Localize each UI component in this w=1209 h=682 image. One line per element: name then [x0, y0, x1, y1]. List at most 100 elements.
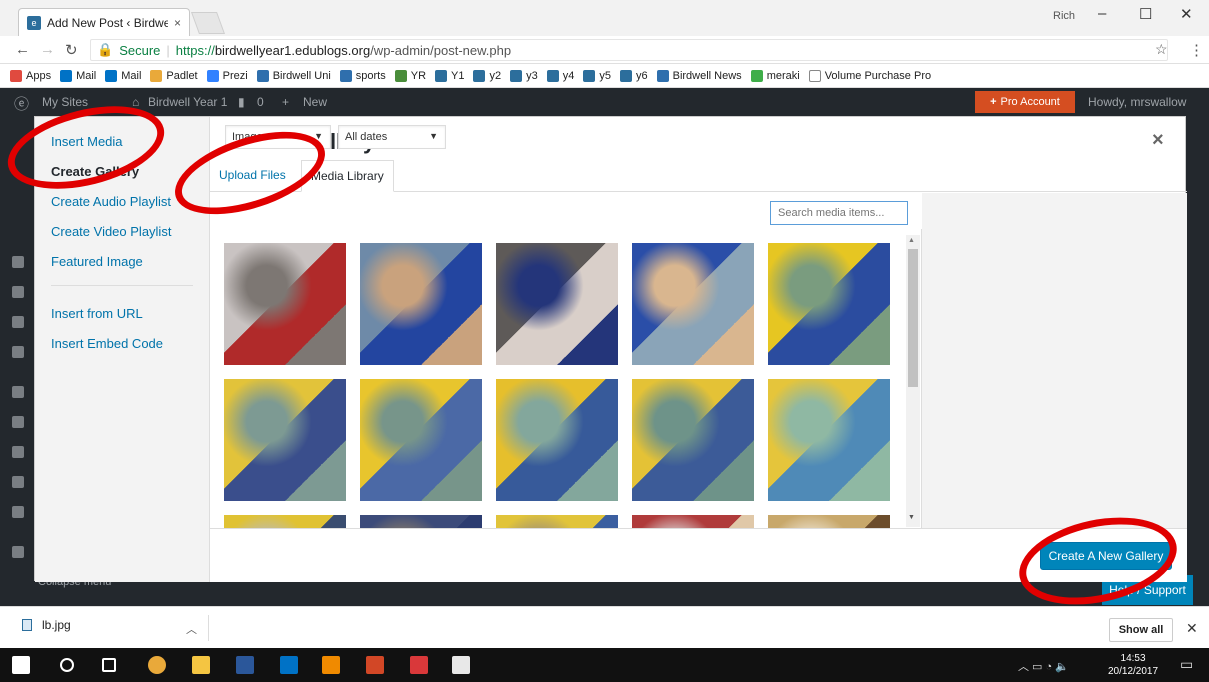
- notification-icon[interactable]: ▭: [1180, 656, 1193, 673]
- bookmark-item[interactable]: Padlet: [150, 69, 198, 82]
- attachment-thumbnail[interactable]: [496, 515, 618, 529]
- bookmark-item[interactable]: y4: [546, 69, 574, 82]
- attachment-thumbnail[interactable]: [496, 243, 618, 365]
- menu-icon[interactable]: [12, 416, 24, 428]
- menu-icon[interactable]: [12, 256, 24, 268]
- bookmark-item[interactable]: Apps: [10, 69, 51, 82]
- howdy-link[interactable]: Howdy, mrswallow: [1088, 95, 1186, 109]
- forward-arrow-icon[interactable]: →: [40, 41, 55, 58]
- bookmark-item[interactable]: Volume Purchase Pro: [808, 69, 931, 82]
- attachment-thumbnail[interactable]: [632, 243, 754, 365]
- downloads-close-icon[interactable]: ✕: [1186, 620, 1198, 637]
- scroll-up-icon[interactable]: ▲: [908, 237, 915, 244]
- menu-insert-embed-code[interactable]: Insert Embed Code: [51, 336, 163, 351]
- site-link[interactable]: Birdwell Year 1: [148, 95, 227, 109]
- photos-icon[interactable]: [452, 656, 470, 674]
- scrollbar-thumb[interactable]: [908, 249, 918, 387]
- create-gallery-button[interactable]: Create A New Gallery: [1040, 542, 1172, 570]
- tab-close-icon[interactable]: ×: [174, 16, 181, 30]
- bookmark-item[interactable]: y2: [473, 69, 501, 82]
- modal-close-icon[interactable]: ×: [1152, 129, 1164, 152]
- menu-icon[interactable]: [12, 546, 24, 558]
- search-media-input[interactable]: [770, 201, 908, 225]
- profile-name[interactable]: Rich: [1053, 10, 1075, 22]
- show-all-button[interactable]: Show all: [1109, 618, 1173, 642]
- menu-insert-media[interactable]: Insert Media: [51, 134, 123, 149]
- home-icon[interactable]: ⌂: [132, 95, 139, 109]
- menu-icon[interactable]: [12, 446, 24, 458]
- powerpoint-icon[interactable]: [366, 656, 384, 674]
- file-explorer-icon[interactable]: [192, 656, 210, 674]
- menu-insert-from-url[interactable]: Insert from URL: [51, 306, 143, 321]
- my-sites-link[interactable]: My Sites: [42, 95, 88, 109]
- menu-icon[interactable]: [12, 316, 24, 328]
- edublogs-icon[interactable]: [410, 656, 428, 674]
- browser-tab[interactable]: e Add New Post ‹ Birdwell ×: [18, 8, 190, 36]
- menu-create-gallery[interactable]: Create Gallery: [51, 164, 139, 179]
- bookmark-item[interactable]: Birdwell Uni: [256, 69, 331, 82]
- reload-icon[interactable]: ↻: [65, 41, 78, 59]
- task-view-icon[interactable]: [102, 658, 116, 672]
- bookmark-item[interactable]: Y1: [435, 69, 464, 82]
- word-icon[interactable]: [236, 656, 254, 674]
- chevron-up-icon[interactable]: ︿: [186, 621, 197, 637]
- restore-button[interactable]: ☐: [1139, 5, 1152, 23]
- pro-account-button[interactable]: + Pro Account: [975, 91, 1075, 113]
- bookmark-item[interactable]: Prezi: [206, 69, 248, 82]
- attachment-thumbnail[interactable]: [632, 515, 754, 529]
- menu-create-audio-playlist[interactable]: Create Audio Playlist: [51, 194, 171, 209]
- outlook-icon[interactable]: [280, 656, 298, 674]
- comments-icon[interactable]: ▮: [238, 95, 245, 109]
- new-link[interactable]: New: [303, 95, 327, 109]
- attachment-thumbnail[interactable]: [768, 515, 890, 529]
- attachment-thumbnail[interactable]: [632, 379, 754, 501]
- bookmark-item[interactable]: Birdwell News: [656, 69, 742, 82]
- tab-media-library[interactable]: Media Library: [301, 160, 394, 192]
- menu-icon[interactable]: [12, 346, 24, 358]
- menu-featured-image[interactable]: Featured Image: [51, 254, 143, 269]
- bookmark-item[interactable]: YR: [394, 69, 426, 82]
- attachment-thumbnail[interactable]: [768, 243, 890, 365]
- attachment-thumbnail[interactable]: [496, 379, 618, 501]
- search-icon[interactable]: [60, 658, 74, 672]
- menu-icon[interactable]: [12, 286, 24, 298]
- download-item[interactable]: lb.jpg: [22, 618, 71, 632]
- attachment-thumbnail[interactable]: [360, 243, 482, 365]
- vlc-icon[interactable]: [322, 656, 340, 674]
- date-filter[interactable]: All dates ▼: [338, 125, 446, 149]
- bookmark-item[interactable]: y5: [583, 69, 611, 82]
- system-tray-icons[interactable]: ︿ ▭ ◔ 🔈: [1018, 658, 1069, 674]
- window-close-button[interactable]: ✕: [1180, 5, 1193, 23]
- media-type-filter[interactable]: Images ▼: [225, 125, 331, 149]
- bookmark-item[interactable]: meraki: [750, 69, 800, 82]
- windows-icon[interactable]: [12, 656, 30, 674]
- back-arrow-icon[interactable]: ←: [15, 41, 30, 58]
- tab-upload-files[interactable]: Upload Files: [210, 160, 295, 192]
- attachment-thumbnail[interactable]: [224, 243, 346, 365]
- comments-count[interactable]: 0: [257, 95, 264, 109]
- chrome-menu-icon[interactable]: ⋮: [1189, 41, 1204, 59]
- scroll-down-icon[interactable]: ▼: [908, 514, 915, 521]
- wp-logo-icon[interactable]: ⓔ: [14, 93, 29, 114]
- new-tab-button[interactable]: [190, 12, 226, 34]
- bookmark-star-icon[interactable]: ☆: [1155, 41, 1168, 58]
- attachment-thumbnail[interactable]: [224, 515, 346, 529]
- bookmark-item[interactable]: Mail: [60, 69, 96, 82]
- chrome-icon[interactable]: [148, 656, 166, 674]
- menu-icon[interactable]: [12, 506, 24, 518]
- attachment-thumbnail[interactable]: [360, 515, 482, 529]
- url-bar[interactable]: 🔒 Secure | https:// birdwellyear1.edublo…: [90, 39, 1168, 61]
- attachment-thumbnail[interactable]: [360, 379, 482, 501]
- menu-create-video-playlist[interactable]: Create Video Playlist: [51, 224, 171, 239]
- attachment-thumbnail[interactable]: [224, 379, 346, 501]
- bookmark-item[interactable]: y6: [619, 69, 648, 82]
- minimize-button[interactable]: –: [1098, 5, 1106, 22]
- taskbar-clock[interactable]: 14:53 20/12/2017: [1108, 652, 1158, 678]
- menu-icon[interactable]: [12, 386, 24, 398]
- bookmark-item[interactable]: Mail: [105, 69, 141, 82]
- bookmark-item[interactable]: sports: [339, 69, 386, 82]
- plus-icon[interactable]: +: [282, 95, 289, 109]
- attachment-thumbnail[interactable]: [768, 379, 890, 501]
- menu-icon[interactable]: [12, 476, 24, 488]
- bookmark-item[interactable]: y3: [510, 69, 538, 82]
